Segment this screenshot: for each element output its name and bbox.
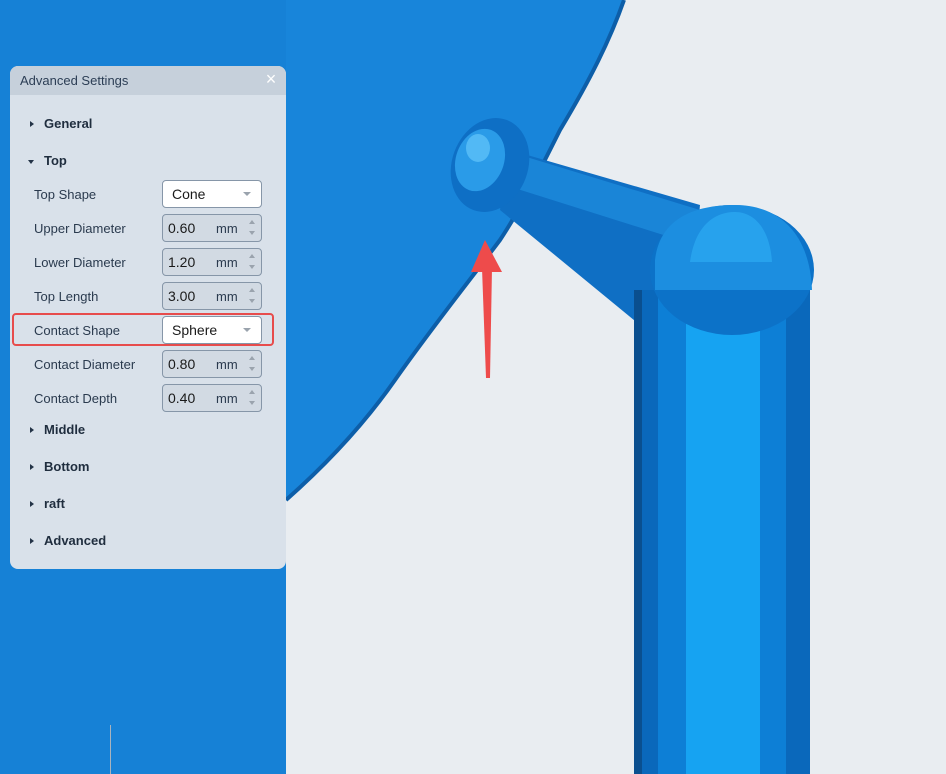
upper-diameter-value: 0.60 (168, 220, 196, 236)
section-general-label: General (44, 116, 93, 131)
contact-diameter-input[interactable]: 0.80 mm (162, 350, 262, 378)
top-length-label: Top Length (34, 289, 99, 304)
lower-diameter-label: Lower Diameter (34, 255, 126, 270)
section-top[interactable]: Top (10, 152, 286, 172)
triangle-right-icon (30, 464, 34, 470)
section-bottom[interactable]: Bottom (10, 458, 286, 478)
triangle-right-icon (30, 427, 34, 433)
section-advanced-label: Advanced (44, 533, 107, 548)
viewport-divider (110, 725, 111, 774)
panel-header: Advanced Settings × (10, 66, 286, 95)
lower-diameter-input[interactable]: 1.20 mm (162, 248, 262, 276)
top-shape-select[interactable]: Cone (162, 180, 262, 208)
section-middle-label: Middle (44, 422, 86, 437)
row-upper-diameter: Upper Diameter 0.60 mm (10, 214, 286, 242)
spin-arrows-icon[interactable] (246, 216, 260, 240)
contact-diameter-value: 0.80 (168, 356, 196, 372)
contact-diameter-label: Contact Diameter (34, 357, 136, 372)
row-contact-diameter: Contact Diameter 0.80 mm (10, 350, 286, 378)
contact-depth-unit: mm (216, 391, 238, 406)
close-icon[interactable]: × (262, 70, 280, 88)
upper-diameter-unit: mm (216, 221, 238, 236)
upper-diameter-input[interactable]: 0.60 mm (162, 214, 262, 242)
row-contact-depth: Contact Depth 0.40 mm (10, 384, 286, 412)
contact-shape-value: Sphere (172, 322, 218, 338)
spin-arrows-icon[interactable] (246, 386, 260, 410)
section-top-label: Top (44, 153, 67, 168)
contact-shape-select[interactable]: Sphere (162, 316, 262, 344)
section-raft-label: raft (44, 496, 65, 511)
contact-sphere-shine (466, 134, 490, 162)
top-shape-value: Cone (172, 186, 206, 202)
row-top-length: Top Length 3.00 mm (10, 282, 286, 310)
panel-title: Advanced Settings (20, 73, 129, 88)
triangle-right-icon (30, 501, 34, 507)
contact-diameter-unit: mm (216, 357, 238, 372)
section-bottom-label: Bottom (44, 459, 90, 474)
contact-depth-value: 0.40 (168, 390, 196, 406)
contact-depth-label: Contact Depth (34, 391, 118, 406)
row-contact-shape: Contact Shape Sphere (10, 316, 286, 344)
section-raft[interactable]: raft (10, 495, 286, 515)
section-advanced[interactable]: Advanced (10, 532, 286, 552)
section-general[interactable]: General (10, 115, 286, 135)
support-column-core (686, 290, 760, 774)
top-length-input[interactable]: 3.00 mm (162, 282, 262, 310)
top-length-value: 3.00 (168, 288, 196, 304)
contact-shape-label: Contact Shape (34, 323, 121, 338)
spin-arrows-icon[interactable] (246, 352, 260, 376)
row-top-shape: Top Shape Cone (10, 180, 286, 208)
spin-arrows-icon[interactable] (246, 250, 260, 274)
support-column-rim (634, 290, 642, 774)
contact-depth-input[interactable]: 0.40 mm (162, 384, 262, 412)
triangle-right-icon (30, 538, 34, 544)
lower-diameter-unit: mm (216, 255, 238, 270)
spin-arrows-icon[interactable] (246, 284, 260, 308)
upper-diameter-label: Upper Diameter (34, 221, 126, 236)
triangle-down-icon (28, 160, 34, 164)
triangle-right-icon (30, 121, 34, 127)
caret-down-icon (243, 328, 251, 332)
top-shape-label: Top Shape (34, 187, 97, 202)
section-middle[interactable]: Middle (10, 421, 286, 441)
top-length-unit: mm (216, 289, 238, 304)
row-lower-diameter: Lower Diameter 1.20 mm (10, 248, 286, 276)
caret-down-icon (243, 192, 251, 196)
advanced-settings-panel: Advanced Settings × General Top Top Shap… (10, 66, 286, 569)
annotation-arrow-shaft (482, 268, 492, 378)
lower-diameter-value: 1.20 (168, 254, 196, 270)
